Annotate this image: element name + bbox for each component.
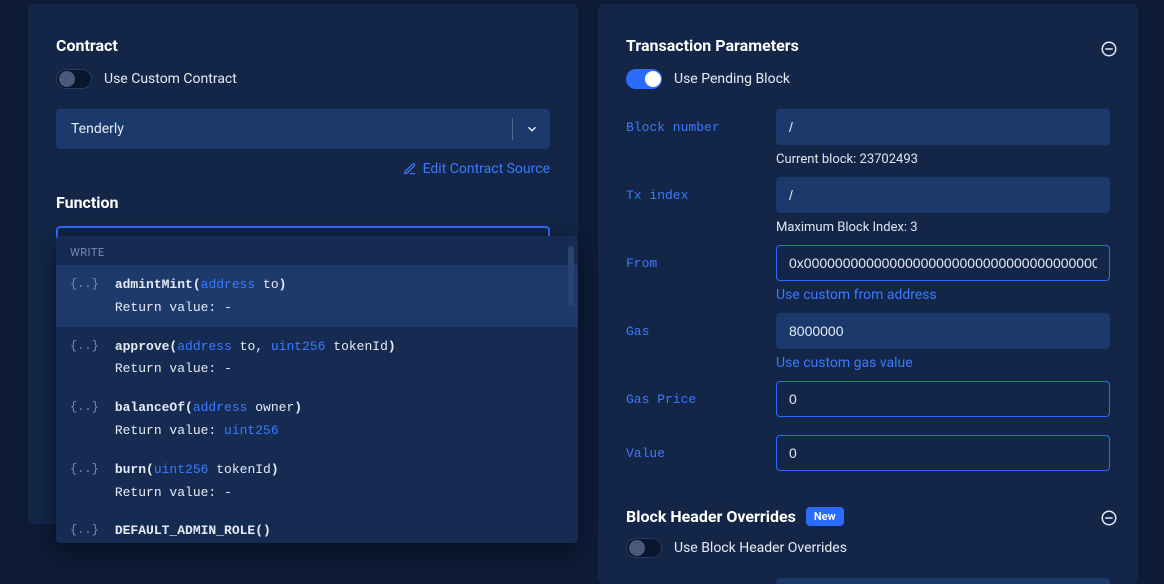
edit-icon <box>403 162 417 176</box>
use-custom-gas-link[interactable]: Use custom gas value <box>776 355 913 371</box>
gas-label: Gas <box>626 324 756 339</box>
transaction-parameters-panel: Transaction Parameters Use Pending Block… <box>598 4 1138 584</box>
edit-contract-source-row: Edit Contract Source <box>56 161 550 177</box>
use-pending-block-label: Use Pending Block <box>674 71 790 87</box>
function-signature: approve(address to, uint256 tokenId)Retu… <box>115 337 396 381</box>
use-bho-row: Use Block Header Overrides <box>626 538 1110 558</box>
collapse-icon[interactable] <box>1100 509 1118 527</box>
gas-price-input[interactable] <box>776 381 1110 417</box>
block-number-row: Block number <box>626 109 1110 145</box>
contract-select[interactable]: Tenderly <box>56 109 550 149</box>
bho-block-number-row: Block number <box>626 578 1110 584</box>
braces-icon: {..} <box>70 460 99 476</box>
function-section-title: Function <box>56 193 550 212</box>
tx-index-label: Tx index <box>626 188 756 203</box>
gas-input[interactable] <box>776 313 1110 349</box>
bho-block-number-input[interactable] <box>776 578 1110 584</box>
from-row: From <box>626 245 1110 281</box>
use-custom-contract-toggle[interactable] <box>56 69 92 89</box>
value-row: Value <box>626 435 1110 471</box>
current-block-hint: Current block: 23702493 <box>776 152 918 167</box>
block-number-input[interactable] <box>776 109 1110 145</box>
braces-icon: {..} <box>70 398 99 414</box>
function-return: Return value: uint256 <box>115 421 302 442</box>
function-return: Return value: - <box>115 359 396 380</box>
collapse-icon[interactable] <box>1100 40 1118 58</box>
value-input[interactable] <box>776 435 1110 471</box>
function-option[interactable]: {..} approve(address to, uint256 tokenId)… <box>56 327 578 389</box>
contract-select-value: Tenderly <box>71 121 124 137</box>
block-number-label: Block number <box>626 120 756 135</box>
from-label: From <box>626 256 756 271</box>
chevron-down-icon <box>525 122 539 136</box>
function-option[interactable]: {..} balanceOf(address owner)Return value… <box>56 388 578 450</box>
braces-icon: {..} <box>70 275 99 291</box>
tx-index-row: Tx index <box>626 177 1110 213</box>
gas-row: Gas <box>626 313 1110 349</box>
use-bho-label: Use Block Header Overrides <box>674 540 847 556</box>
use-pending-block-toggle[interactable] <box>626 69 662 89</box>
select-divider <box>512 118 513 140</box>
use-custom-contract-row: Use Custom Contract <box>56 69 550 89</box>
braces-icon: {..} <box>70 521 99 537</box>
gas-price-label: Gas Price <box>626 392 756 407</box>
function-return: Return value: - <box>115 298 287 319</box>
braces-icon: {..} <box>70 337 99 353</box>
function-signature: balanceOf(address owner)Return value: ui… <box>115 398 302 442</box>
tx-index-input[interactable] <box>776 177 1110 213</box>
edit-contract-source-link[interactable]: Edit Contract Source <box>403 161 550 177</box>
use-pending-block-row: Use Pending Block <box>626 69 1110 89</box>
function-signature: burn(uint256 tokenId)Return value: - <box>115 460 279 504</box>
function-signature: DEFAULT_ADMIN_ROLE()Return value: bytes3… <box>115 521 279 543</box>
use-custom-from-link[interactable]: Use custom from address <box>776 287 937 303</box>
block-header-overrides-header: Block Header Overrides New <box>626 507 1110 526</box>
function-return: Return value: - <box>115 483 279 504</box>
new-badge: New <box>806 507 844 526</box>
bho-title: Block Header Overrides <box>626 507 796 526</box>
use-bho-toggle[interactable] <box>626 538 662 558</box>
function-option[interactable]: {..} burn(uint256 tokenId)Return value: - <box>56 450 578 512</box>
function-signature: admintMint(address to)Return value: - <box>115 275 287 319</box>
use-custom-contract-label: Use Custom Contract <box>104 71 237 87</box>
function-group-label: WRITE <box>56 236 578 265</box>
tx-params-title: Transaction Parameters <box>626 36 1110 55</box>
dropdown-scrollbar[interactable] <box>568 246 574 533</box>
value-label: Value <box>626 446 756 461</box>
edit-contract-source-label: Edit Contract Source <box>423 161 550 177</box>
max-block-index-hint: Maximum Block Index: 3 <box>776 220 918 235</box>
contract-function-panel: Contract Use Custom Contract Tenderly Ed… <box>28 4 578 524</box>
function-dropdown: WRITE {..} admintMint(address to)Return v… <box>56 236 578 543</box>
contract-section-title: Contract <box>56 36 550 55</box>
gas-price-row: Gas Price <box>626 381 1110 417</box>
from-input[interactable] <box>776 245 1110 281</box>
function-option[interactable]: {..} admintMint(address to)Return value: … <box>56 265 578 327</box>
function-option[interactable]: {..} DEFAULT_ADMIN_ROLE()Return value: by… <box>56 511 578 543</box>
